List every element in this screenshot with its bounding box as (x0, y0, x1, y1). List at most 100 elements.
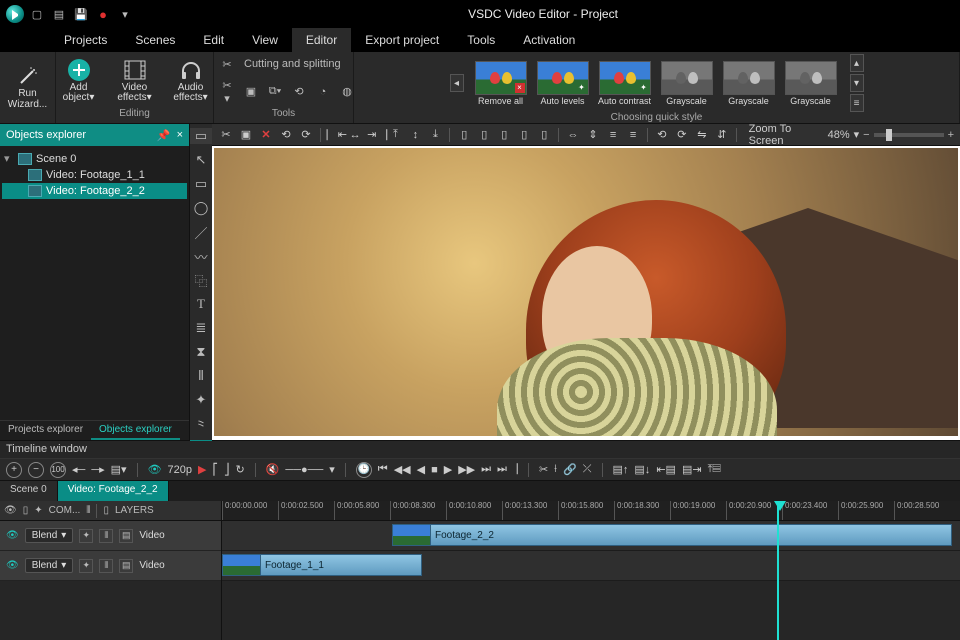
tab-projects-explorer[interactable]: Projects explorer (0, 421, 91, 440)
tl-order-up-icon[interactable]: ▤↑ (613, 463, 629, 476)
track-row-1[interactable]: 👁 Blend ▾ ✦ ⫴ ▤ Video (0, 551, 221, 581)
pt-dist-3-icon[interactable]: ≡ (605, 129, 621, 141)
tl-stepback-icon[interactable]: ◀ (417, 463, 425, 476)
trim-tool-icon[interactable]: ⧉▾ (268, 85, 282, 98)
tree-item-0[interactable]: Video: Footage_1_1 (2, 167, 187, 183)
tl-add-button[interactable]: + (6, 462, 22, 478)
pt-dist-1-icon[interactable]: ⇔ (565, 129, 581, 141)
pt-align-1-icon[interactable]: ▯ (456, 128, 472, 141)
style-grayscale-2[interactable]: Grayscale (720, 61, 778, 106)
tl-goend-icon[interactable]: ⏭ (481, 463, 491, 476)
pt-align-top-icon[interactable]: ⤒ (387, 128, 403, 141)
lane-1[interactable]: Footage_1_1 (222, 551, 960, 581)
zoom-dropdown-icon[interactable]: ▾ (854, 128, 860, 141)
add-object-button[interactable]: Add object▾ (55, 59, 103, 104)
pt-rotate-l-icon[interactable]: ⟲ (654, 128, 670, 141)
track0-fx-icon[interactable]: ✦ (79, 529, 93, 543)
close-panel-icon[interactable]: × (177, 129, 183, 141)
tl-play-icon[interactable]: ▶ (198, 463, 206, 476)
tl-order-top-icon[interactable]: ⤒▤ (708, 463, 721, 476)
timeline-tab-video[interactable]: Video: Footage_2_2 (58, 481, 169, 501)
tl-razor-icon[interactable]: ⟊ (554, 463, 557, 476)
zoom-in-icon[interactable]: + (948, 129, 954, 141)
pt-align-5-icon[interactable]: ▯ (536, 128, 552, 141)
preview-canvas[interactable] (212, 146, 960, 440)
pt-align-right-icon[interactable]: ⇥⎹ (367, 128, 383, 142)
hdr-lock-icon[interactable]: ▯ (23, 505, 29, 516)
collapse-icon[interactable]: ▾ (4, 152, 14, 165)
zoom-value[interactable]: 48% (828, 129, 850, 141)
tl-remove-button[interactable]: − (28, 462, 44, 478)
zoom-out-icon[interactable]: − (863, 129, 869, 141)
zoom-slider[interactable]: − + (863, 129, 954, 141)
qat-open-icon[interactable]: ▤ (52, 8, 66, 21)
tl-vol-slider[interactable]: ──●── (285, 464, 323, 476)
tl-loop-icon[interactable]: ↻ (236, 463, 245, 476)
tl-markout-icon[interactable]: ⎦ (224, 463, 230, 476)
pt-align-4-icon[interactable]: ▯ (516, 128, 532, 141)
tool-free-icon[interactable]: 〰 (190, 248, 212, 264)
tool-sprite-icon[interactable]: ⺀ (190, 416, 212, 432)
tool-ellipse-icon[interactable]: ◯ (190, 200, 212, 216)
tool-animation-icon[interactable]: ✦ (190, 392, 212, 408)
stabilize-tool-icon[interactable]: ◍ (340, 85, 354, 98)
track0-wave-icon[interactable]: ⫴ (99, 529, 113, 543)
pt-flip-v-icon[interactable]: ⇵ (714, 128, 730, 141)
lane-0[interactable]: Footage_2_2 (222, 521, 960, 551)
menu-scenes[interactable]: Scenes (121, 28, 189, 52)
tool-chart-icon[interactable]: ⿻ (190, 272, 212, 288)
tl-split-icon[interactable]: ✂ (539, 463, 548, 476)
tl-zoomin-icon[interactable]: ─▸ (91, 463, 104, 476)
pt-delete-icon[interactable]: ✕ (258, 128, 274, 141)
tree-item-1[interactable]: Video: Footage_2_2 (2, 183, 187, 199)
track-row-0[interactable]: 👁 Blend ▾ ✦ ⫴ ▤ Video (0, 521, 221, 551)
track1-blend-select[interactable]: Blend ▾ (25, 558, 74, 573)
track1-wave-icon[interactable]: ⫴ (99, 559, 113, 573)
qat-new-icon[interactable]: ▢ (30, 8, 44, 21)
track0-blend-select[interactable]: Blend ▾ (25, 528, 74, 543)
hdr-fx-icon[interactable]: ✦ (34, 505, 42, 516)
tl-clock-icon[interactable]: 🕒 (356, 462, 372, 478)
tracks-lanes[interactable]: 0:00:00.0000:00:02.5000:00:05.8000:00:08… (222, 501, 960, 640)
pt-rotate-r-icon[interactable]: ⟳ (674, 128, 690, 141)
pt-align-hmid-icon[interactable]: ↔ (347, 129, 363, 141)
pin-icon[interactable]: 📌 (157, 129, 171, 142)
tl-zoomout-icon[interactable]: ◂─ (72, 463, 85, 476)
tl-stop-icon[interactable]: ■ (431, 464, 438, 476)
tl-order-left-icon[interactable]: ⇤▤ (656, 463, 676, 476)
track0-eye-icon[interactable]: 👁 (6, 530, 19, 541)
tl-rew-icon[interactable]: ◀◀ (394, 463, 411, 476)
menu-projects[interactable]: Projects (50, 28, 121, 52)
style-prev-button[interactable]: ◂ (450, 74, 464, 92)
hdr-eye-icon[interactable]: 👁 (4, 505, 17, 516)
pt-redo-icon[interactable]: ⟳ (298, 128, 314, 141)
qat-dropdown-icon[interactable]: ▾ (118, 8, 132, 21)
pt-cut-icon[interactable]: ✂ (218, 128, 234, 141)
cut-tool-icon[interactable]: ✂▾ (220, 79, 234, 105)
tool-select-icon[interactable]: ▭ (190, 128, 212, 144)
track0-film-icon[interactable]: ▤ (119, 529, 133, 543)
tl-markin-icon[interactable]: ⎡ (213, 463, 219, 476)
menu-activation[interactable]: Activation (509, 28, 589, 52)
style-grayscale-3[interactable]: Grayscale (782, 61, 840, 106)
tool-counter-icon[interactable]: ⧗ (190, 344, 212, 360)
tl-order-right-icon[interactable]: ▤⇥ (682, 463, 702, 476)
tool-tooltip-icon[interactable]: ≣ (190, 320, 212, 336)
tl-vol-dropdown[interactable]: ▾ (329, 463, 335, 476)
pt-copy-icon[interactable]: ▣ (238, 128, 254, 141)
pt-align-vmid-icon[interactable]: ↕ (407, 129, 423, 141)
tool-text-icon[interactable]: T (190, 296, 212, 312)
tl-unlink-icon[interactable]: ⤫ (583, 463, 592, 476)
pt-undo-icon[interactable]: ⟲ (278, 128, 294, 141)
tree-scene[interactable]: ▾ Scene 0 (2, 150, 187, 167)
timeline-tab-scene[interactable]: Scene 0 (0, 481, 58, 501)
menu-editor[interactable]: Editor (292, 28, 351, 52)
tl-play2-icon[interactable]: ▶ (444, 463, 452, 476)
tl-gostart-icon[interactable]: ⏮ (378, 463, 388, 476)
zoom-to-screen-button[interactable]: Zoom To Screen (749, 123, 814, 147)
tab-objects-explorer[interactable]: Objects explorer (91, 421, 180, 440)
tl-stepfwd-icon[interactable]: ▶▶ (458, 463, 475, 476)
run-wizard-button[interactable]: Run Wizard... (4, 65, 52, 110)
style-auto-levels[interactable]: ✦Auto levels (534, 61, 592, 106)
style-remove-all[interactable]: ×Remove all (472, 61, 530, 106)
